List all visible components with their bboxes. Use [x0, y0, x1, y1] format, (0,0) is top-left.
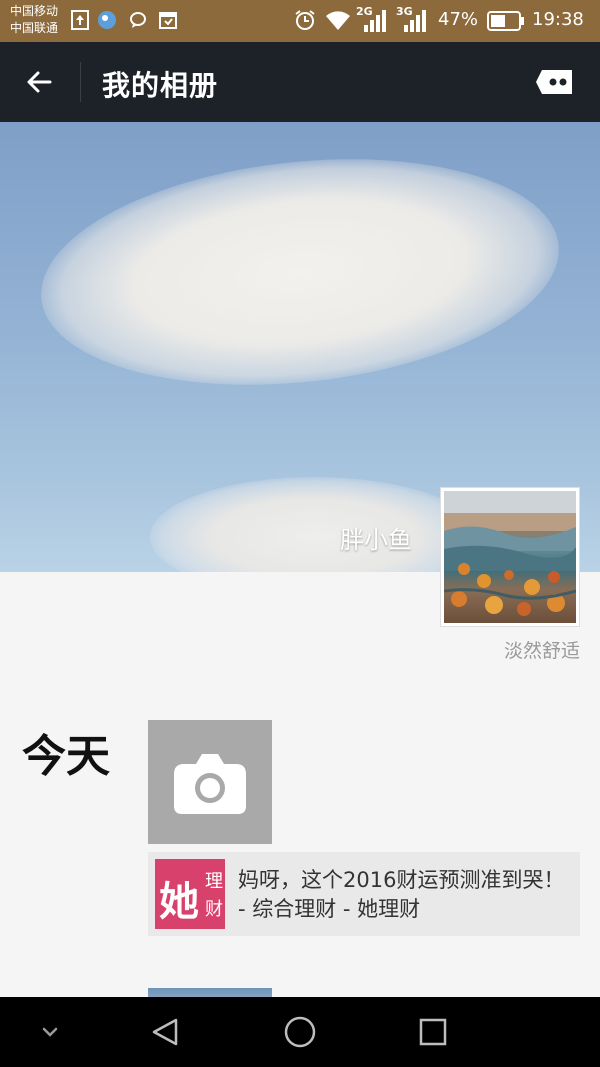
navigation-bar [0, 997, 600, 1067]
article-title: 妈呀，这个2016财运预测准到哭！ - 综合理财 - 她理财 [238, 868, 565, 921]
day-label: 今天 [22, 731, 110, 782]
carrier-info: 中国移动 中国联通 [10, 3, 58, 37]
signal-icon [364, 10, 386, 32]
calendar-notification-icon [159, 12, 177, 29]
recents-nav-icon[interactable] [413, 1012, 453, 1052]
carrier-1: 中国移动 [10, 4, 59, 18]
back-arrow-icon[interactable] [20, 62, 60, 102]
title-bar: 我的相册 [0, 42, 600, 122]
back-nav-icon[interactable] [146, 1012, 186, 1052]
message-icon[interactable] [534, 66, 574, 98]
upload-notification-icon [71, 10, 89, 30]
chat-notification-icon [130, 12, 146, 28]
add-photo-tile[interactable] [148, 720, 272, 844]
carrier-2: 中国联通 [10, 21, 59, 35]
cover-cloud-lower [150, 477, 480, 572]
battery-icon [487, 11, 524, 31]
alarm-icon [295, 10, 315, 30]
camera-icon [174, 754, 246, 814]
page-title: 我的相册 [102, 69, 219, 102]
app-notification-icon [98, 11, 116, 29]
logo-char-small-1: 理 [205, 871, 223, 892]
signal-icon-2 [404, 10, 426, 32]
status-bar: 中国移动 中国联通 2G 3G 47% 19:38 [0, 0, 600, 42]
user-name: 胖小鱼 [340, 526, 412, 554]
cover-cloud [29, 135, 571, 409]
clock: 19:38 [532, 9, 584, 30]
title-divider [80, 62, 81, 102]
wifi-icon [326, 11, 350, 30]
collapse-chevron-icon[interactable] [30, 1012, 70, 1052]
avatar-image [444, 491, 576, 623]
logo-char-big: 她 [159, 879, 199, 925]
avatar[interactable] [440, 487, 580, 627]
article-logo: 她 理 财 [155, 859, 225, 929]
battery-percent: 47% [438, 9, 479, 30]
avatar-scene [444, 491, 576, 616]
logo-char-small-2: 财 [205, 899, 223, 920]
shared-article[interactable]: 她 理 财 妈呀，这个2016财运预测准到哭！ - 综合理财 - 她理财 [148, 852, 580, 936]
user-signature: 淡然舒适 [503, 640, 580, 662]
home-nav-icon[interactable] [280, 1012, 320, 1052]
